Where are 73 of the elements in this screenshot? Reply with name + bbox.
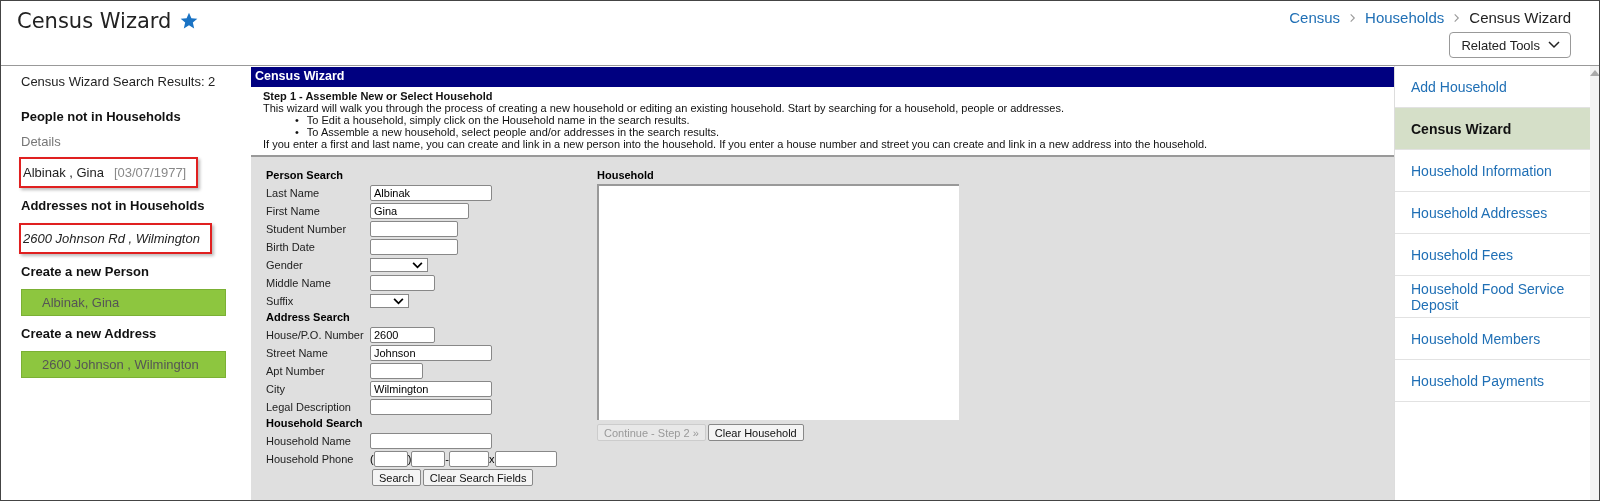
field-label: Birth Date [266,241,316,253]
result-link[interactable]: 2600 Johnson Rd , Wilmington [23,231,200,246]
bullet-text: To Assemble a new household, select people and/or addresses in the search results. [306,126,719,138]
phone-field[interactable] [373,451,408,467]
field-label: First Name [266,205,321,217]
group-heading: Person Search [266,169,345,183]
intro-text: This wizard will walk you through the process of creating a new household or editing an existing household. Start by searching for a household, people or addresses. [263,102,1066,114]
chevron-down-icon [393,297,404,305]
phone-field[interactable] [494,451,557,467]
field-label: Gender [266,259,304,271]
text-field[interactable]: Gina [370,203,469,219]
household-label: Household [597,169,655,183]
phone-field[interactable] [411,451,446,467]
text-field[interactable] [370,221,458,237]
text-field[interactable] [370,275,435,291]
bullet-marker: • [295,126,299,138]
breadcrumb-link[interactable]: Households [1365,9,1445,26]
results-summary: Census Wizard Search Results: 2 [21,74,217,89]
nav-item[interactable]: Census Wizard [1395,108,1590,150]
group-heading: Address Search [266,311,351,325]
note-text: If you enter a first and last name, you can create and link in a new person into the household. If you enter a house number and street you can create and link in a new address into the household. [263,138,1209,150]
search-form-button[interactable]: Clear Search Fields [422,469,534,486]
bullet-marker: • [295,114,299,126]
field-label: Household Phone [266,453,355,465]
scroll-up-icon[interactable] [1590,70,1599,76]
field-label: Last Name [266,187,321,199]
text-field[interactable] [370,239,458,255]
text-field[interactable]: Albinak [370,185,492,201]
field-label: Legal Description [266,401,352,413]
section-heading: Create a new Person [21,264,150,279]
field-label: Middle Name [266,277,332,289]
field-label: Street Name [266,347,329,359]
field-label: Student Number [266,223,348,235]
text-field[interactable] [370,363,423,379]
section-heading: Create a new Address [21,326,158,341]
section-heading: People not in Households [21,109,182,124]
text-field[interactable]: 2600 [370,327,435,343]
field-label: Household Name [266,435,352,447]
breadcrumb-current: Census Wizard [1469,9,1571,26]
breadcrumb-link[interactable]: Census [1289,9,1341,26]
result-detail: [03/07/1977] [113,165,187,180]
search-form-button[interactable]: Search [372,469,421,486]
dropdown[interactable] [370,294,409,308]
bullet-text: To Edit a household, simply click on the Household name in the search results. [306,114,690,126]
text-field[interactable]: Wilmington [370,381,492,397]
wizard-title-bar: Census Wizard [251,67,1394,87]
chevron-right-icon [1348,12,1358,23]
phone-field[interactable] [449,451,489,467]
phone-separator: - [445,453,449,465]
create-button[interactable]: Albinak, Gina [21,289,226,316]
section-heading: Addresses not in Households [21,198,206,213]
clear-household-button[interactable]: Clear Household [707,424,804,441]
create-button[interactable]: 2600 Johnson , Wilmington [21,351,226,378]
related-tools-button[interactable]: Related Tools [1449,32,1571,58]
field-label: House/P.O. Number [266,329,365,341]
text-field[interactable]: Johnson [370,345,492,361]
group-heading: Household Search [266,417,364,431]
field-label: City [266,383,286,395]
column-label: Details [21,134,62,149]
phone-separator: x [489,453,495,465]
field-label: Suffix [266,295,295,307]
page-title: Census Wizard [17,9,172,33]
chevron-down-icon [1548,41,1560,49]
phone-separator: ) [407,453,412,465]
text-field[interactable] [370,433,492,449]
phone-separator: ( [370,453,374,465]
chevron-down-icon [412,261,423,269]
result-link[interactable]: Albinak , Gina [23,165,104,180]
text-field[interactable] [370,399,492,415]
step-heading: Step 1 - Assemble New or Select Household [263,90,494,102]
scrollbar[interactable] [1590,66,1599,500]
field-label: Apt Number [266,365,326,377]
chevron-right-icon [1452,12,1462,23]
